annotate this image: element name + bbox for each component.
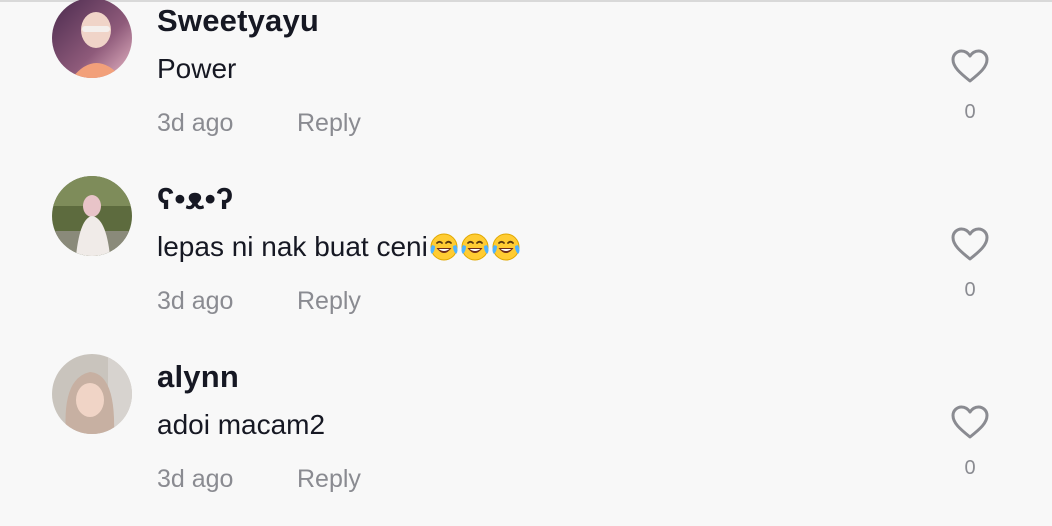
- like-count: 0: [964, 457, 976, 479]
- avatar[interactable]: [52, 176, 132, 256]
- reply-button[interactable]: Reply: [297, 109, 361, 138]
- comment-timestamp: 3d ago: [157, 287, 234, 315]
- like-button[interactable]: [950, 226, 990, 262]
- comment-username[interactable]: ʕ•ᴥ•ʔ: [157, 181, 233, 217]
- comment-timestamp: 3d ago: [157, 465, 234, 493]
- emoji-group: [428, 231, 521, 262]
- avatar-image: [52, 176, 132, 256]
- comment-item: Sweetyayu Power 3d ago Reply 0: [0, 0, 1052, 170]
- reply-button[interactable]: Reply: [297, 465, 361, 494]
- like-button[interactable]: [950, 404, 990, 440]
- face-with-tears-of-joy-emoji: [492, 233, 520, 261]
- comment-text: Power: [157, 53, 237, 84]
- comment-item: alynn adoi macam2 3d ago Reply 0: [0, 354, 1052, 526]
- comment-username[interactable]: alynn: [157, 359, 239, 395]
- like-count: 0: [964, 279, 976, 301]
- heart-icon: [951, 405, 989, 439]
- heart-icon: [951, 49, 989, 83]
- comment-text: lepas ni nak buat ceni: [157, 231, 521, 263]
- face-with-tears-of-joy-emoji: [461, 233, 489, 261]
- avatar[interactable]: [52, 0, 132, 78]
- avatar-image: [52, 354, 132, 434]
- reply-button[interactable]: Reply: [297, 287, 361, 316]
- face-with-tears-of-joy-emoji: [430, 233, 458, 261]
- comment-username[interactable]: Sweetyayu: [157, 3, 319, 39]
- comment-text-body: lepas ni nak buat ceni: [157, 231, 428, 262]
- heart-icon: [951, 227, 989, 261]
- comment-item: ʕ•ᴥ•ʔ lepas ni nak buat ceni 3d ago Repl…: [0, 176, 1052, 348]
- avatar-image: [52, 0, 132, 78]
- comment-text: adoi macam2: [157, 409, 326, 440]
- like-count: 0: [964, 101, 976, 123]
- like-button[interactable]: [950, 48, 990, 84]
- comment-timestamp: 3d ago: [157, 109, 234, 137]
- avatar[interactable]: [52, 354, 132, 434]
